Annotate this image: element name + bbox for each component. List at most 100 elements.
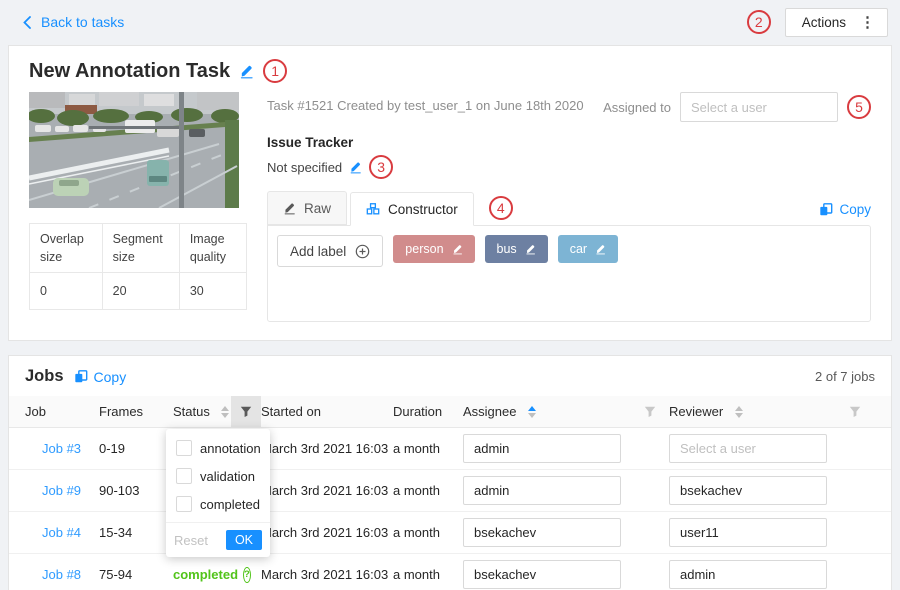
edit-label-icon[interactable]: [525, 243, 536, 255]
copy-icon: [74, 369, 88, 384]
reviewer-input[interactable]: [669, 434, 827, 463]
job-status: completed: [173, 567, 238, 582]
reviewer-input[interactable]: [669, 518, 827, 547]
reviewer-filter-button[interactable]: [841, 406, 869, 418]
filter-ok-button[interactable]: OK: [226, 530, 262, 550]
labels-tabs: Raw Constructor: [267, 191, 513, 225]
task-title: New Annotation Task: [29, 60, 230, 83]
job-row: Job #8 75-94 completed ? March 3rd 2021 …: [9, 554, 891, 590]
column-reviewer: Reviewer: [669, 404, 723, 419]
job-frames: 90-103: [99, 483, 173, 498]
edit-label-icon[interactable]: [452, 243, 463, 255]
job-frames: 0-19: [99, 441, 173, 456]
reviewer-sorter[interactable]: [735, 406, 743, 418]
filter-option-validation[interactable]: validation: [166, 462, 270, 490]
issue-tracker-label: Issue Tracker: [267, 135, 871, 150]
callout-4: 4: [489, 196, 513, 220]
column-job: Job: [9, 404, 99, 419]
checkbox-validation[interactable]: [176, 468, 192, 484]
task-preview-image: [29, 92, 239, 208]
add-label-button[interactable]: Add label: [277, 235, 383, 267]
assignee-input[interactable]: [463, 434, 621, 463]
pencil-icon: [283, 201, 296, 215]
edit-title-icon[interactable]: [239, 63, 254, 79]
actions-label: Actions: [802, 15, 846, 30]
back-to-tasks-link[interactable]: Back to tasks: [22, 14, 124, 30]
assignee-filter-button[interactable]: [631, 406, 669, 418]
checkbox-annotation[interactable]: [176, 440, 192, 456]
label-chip-person-name: person: [405, 242, 443, 256]
param-value-segment: 20: [102, 273, 179, 310]
assigned-to-input[interactable]: [680, 92, 838, 122]
job-row: Job #9 90-103 March 3rd 2021 16:03 a mon…: [9, 470, 891, 512]
filter-icon: [644, 406, 656, 418]
filter-option-label: annotation: [200, 441, 261, 456]
reviewer-input[interactable]: [669, 560, 827, 589]
label-chip-car-name: car: [570, 242, 587, 256]
job-frames: 75-94: [99, 567, 173, 582]
job-started-on: March 3rd 2021 16:03: [261, 567, 393, 582]
callout-5: 5: [847, 95, 871, 119]
job-duration: a month: [393, 483, 463, 498]
edit-label-icon[interactable]: [595, 243, 606, 255]
assignee-input[interactable]: [463, 476, 621, 505]
back-to-tasks-label: Back to tasks: [41, 14, 124, 30]
copy-icon: [819, 202, 833, 217]
column-assignee: Assignee: [463, 404, 516, 419]
status-filter-button[interactable]: [231, 396, 261, 427]
param-header-segment: Segment size: [102, 224, 179, 273]
jobs-heading: Jobs: [25, 367, 64, 386]
task-parameters-table: Overlap size Segment size Image quality …: [29, 223, 247, 310]
filter-option-annotation[interactable]: annotation: [166, 434, 270, 462]
label-chip-car[interactable]: car: [558, 235, 618, 263]
assignee-input[interactable]: [463, 560, 621, 589]
jobs-table-header: Job Frames Status Started on Duration As…: [9, 396, 891, 428]
edit-issue-tracker-icon[interactable]: [349, 160, 362, 174]
task-card: New Annotation Task 1: [8, 45, 892, 341]
back-chevron-icon: [22, 16, 32, 29]
filter-option-completed[interactable]: completed: [166, 490, 270, 518]
column-status: Status: [173, 404, 210, 419]
label-chip-bus-name: bus: [497, 242, 517, 256]
tab-raw-label: Raw: [304, 201, 331, 216]
filter-icon: [849, 406, 861, 418]
job-link[interactable]: Job #9: [42, 483, 81, 498]
filter-option-label: validation: [200, 469, 255, 484]
job-link[interactable]: Job #3: [42, 441, 81, 456]
assignee-input[interactable]: [463, 518, 621, 547]
column-started-on: Started on: [261, 404, 393, 419]
assignee-sorter[interactable]: [528, 406, 536, 418]
actions-button[interactable]: Actions ⋮: [785, 8, 888, 37]
column-duration: Duration: [393, 404, 463, 419]
filter-option-label: completed: [200, 497, 260, 512]
param-value-quality: 30: [179, 273, 246, 310]
copy-labels-link[interactable]: Copy: [819, 202, 871, 217]
task-details-page: Back to tasks 2 Actions ⋮ New Annotation…: [0, 0, 900, 590]
job-duration: a month: [393, 441, 463, 456]
param-header-quality: Image quality: [179, 224, 246, 273]
filter-reset-button[interactable]: Reset: [174, 533, 208, 548]
filter-icon: [240, 406, 252, 418]
top-bar: Back to tasks 2 Actions ⋮: [0, 0, 900, 44]
job-duration: a month: [393, 525, 463, 540]
job-started-on: March 3rd 2021 16:03: [261, 483, 393, 498]
job-link[interactable]: Job #8: [42, 567, 81, 582]
copy-labels-label: Copy: [839, 202, 871, 217]
tab-constructor[interactable]: Constructor: [350, 192, 474, 226]
param-value-overlap: 0: [30, 273, 103, 310]
checkbox-completed[interactable]: [176, 496, 192, 512]
add-label-label: Add label: [290, 244, 346, 259]
column-frames: Frames: [99, 404, 173, 419]
copy-jobs-link[interactable]: Copy: [74, 369, 127, 385]
job-row: Job #3 0-19 March 3rd 2021 16:03 a month: [9, 428, 891, 470]
reviewer-input[interactable]: [669, 476, 827, 505]
status-sorter[interactable]: [221, 406, 229, 418]
label-chip-person[interactable]: person: [393, 235, 474, 263]
job-link[interactable]: Job #4: [42, 525, 81, 540]
tab-raw[interactable]: Raw: [267, 191, 347, 225]
callout-1: 1: [263, 59, 287, 83]
tab-constructor-label: Constructor: [388, 202, 458, 217]
more-vertical-icon[interactable]: ⋮: [860, 15, 875, 30]
copy-jobs-label: Copy: [94, 369, 127, 385]
label-chip-bus[interactable]: bus: [485, 235, 548, 263]
